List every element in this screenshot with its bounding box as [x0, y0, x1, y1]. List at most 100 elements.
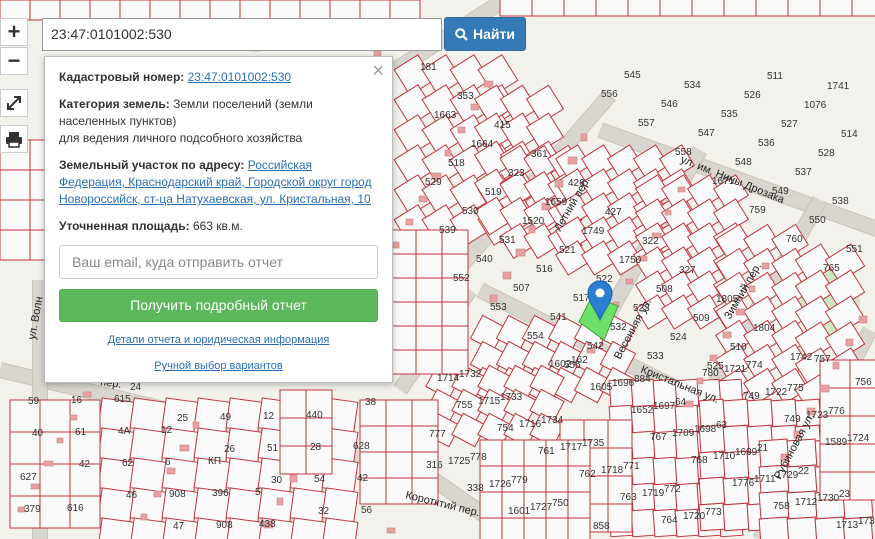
- parcel-number: 526: [744, 90, 761, 101]
- details-link[interactable]: Детали отчета и юридическая информация: [108, 334, 330, 346]
- parcel[interactable]: [567, 491, 591, 519]
- parcel[interactable]: [607, 419, 633, 449]
- parcel[interactable]: [849, 387, 875, 417]
- parcel[interactable]: [149, 0, 181, 21]
- cadastral-search-input[interactable]: 23:47:0101002:530: [42, 18, 442, 51]
- parcel[interactable]: [279, 389, 307, 419]
- parcel[interactable]: [787, 0, 821, 17]
- parcel[interactable]: [545, 517, 569, 539]
- parcel[interactable]: [225, 397, 263, 433]
- parcel-number: 757: [814, 354, 831, 365]
- parcel[interactable]: [501, 439, 525, 467]
- parcel[interactable]: [849, 443, 875, 473]
- parcel[interactable]: [698, 476, 726, 506]
- parcel[interactable]: [595, 0, 629, 17]
- parcel[interactable]: [479, 517, 503, 539]
- parcel[interactable]: [630, 508, 656, 538]
- parcel[interactable]: [441, 325, 469, 351]
- zoom-out-button[interactable]: −: [0, 47, 28, 75]
- parcel[interactable]: [39, 431, 71, 465]
- parcel[interactable]: [479, 491, 503, 519]
- parcel-number: 47: [173, 521, 185, 532]
- parcel[interactable]: [385, 425, 413, 453]
- manual-selection-link[interactable]: Ручной выбор вариантов: [154, 360, 282, 372]
- parcel[interactable]: [415, 253, 443, 279]
- parcel[interactable]: [389, 253, 417, 279]
- find-button[interactable]: Найти: [444, 17, 526, 51]
- parcel[interactable]: [627, 0, 661, 17]
- parcel[interactable]: [567, 517, 591, 539]
- email-input[interactable]: Ваш email, куда отправить отчет: [59, 245, 378, 279]
- zoom-in-button[interactable]: +: [0, 18, 28, 46]
- parcel-number: 764: [661, 515, 678, 526]
- parcel[interactable]: [415, 301, 443, 327]
- parcel[interactable]: [607, 503, 633, 533]
- parcel[interactable]: [659, 0, 693, 17]
- parcel-number: 64: [675, 397, 687, 408]
- parcel[interactable]: [723, 0, 757, 17]
- parcel[interactable]: [359, 0, 391, 21]
- parcel[interactable]: [0, 0, 31, 21]
- parcel[interactable]: [786, 516, 818, 539]
- building: [153, 490, 162, 498]
- parcel[interactable]: [531, 0, 565, 17]
- parcel[interactable]: [385, 451, 413, 479]
- parcel[interactable]: [29, 0, 61, 21]
- parcel[interactable]: [389, 325, 417, 351]
- get-report-button[interactable]: Получить подробный отчет: [59, 289, 378, 322]
- parcel[interactable]: [758, 516, 790, 539]
- parcel[interactable]: [722, 502, 750, 532]
- parcel[interactable]: [652, 456, 678, 486]
- parcel[interactable]: [0, 199, 31, 231]
- parcel[interactable]: [851, 0, 875, 17]
- parcel[interactable]: [501, 517, 525, 539]
- parcel[interactable]: [545, 465, 569, 493]
- parcel[interactable]: [299, 0, 331, 21]
- parcel[interactable]: [385, 399, 413, 427]
- parcel[interactable]: [257, 487, 295, 523]
- parcel[interactable]: [819, 443, 851, 473]
- parcel[interactable]: [441, 301, 469, 327]
- parcel[interactable]: [415, 349, 443, 375]
- parcel[interactable]: [329, 0, 361, 21]
- parcel[interactable]: [89, 0, 121, 21]
- parcel[interactable]: [389, 349, 417, 375]
- parcel[interactable]: [279, 417, 307, 447]
- parcel[interactable]: [39, 495, 71, 529]
- parcel[interactable]: [415, 277, 443, 303]
- parcel[interactable]: [415, 325, 443, 351]
- building: [457, 126, 466, 134]
- fullscreen-button[interactable]: [0, 89, 28, 117]
- parcel[interactable]: [755, 0, 789, 17]
- parcel[interactable]: [389, 277, 417, 303]
- close-popup-button[interactable]: ×: [372, 61, 384, 81]
- parcel[interactable]: [239, 0, 271, 21]
- parcel[interactable]: [389, 0, 421, 21]
- parcel[interactable]: [39, 463, 71, 497]
- parcel[interactable]: [691, 0, 725, 17]
- parcel-number: 415: [494, 120, 511, 131]
- parcel[interactable]: [563, 0, 597, 17]
- parcel[interactable]: [119, 0, 151, 21]
- parcel[interactable]: [279, 445, 307, 475]
- parcel[interactable]: [523, 517, 547, 539]
- parcel[interactable]: [0, 169, 31, 201]
- parcel[interactable]: [389, 301, 417, 327]
- parcel[interactable]: [209, 0, 241, 21]
- parcel-number: 1712: [795, 497, 818, 508]
- parcel[interactable]: [411, 399, 439, 427]
- parcel-number: 46: [126, 490, 138, 501]
- parcel[interactable]: [129, 457, 167, 493]
- parcel[interactable]: [39, 399, 71, 433]
- parcel[interactable]: [746, 398, 774, 428]
- print-button[interactable]: [0, 125, 28, 153]
- parcel[interactable]: [179, 0, 211, 21]
- parcel[interactable]: [269, 0, 301, 21]
- parcel[interactable]: [819, 0, 853, 17]
- parcel[interactable]: [849, 471, 875, 501]
- parcel[interactable]: [0, 229, 31, 261]
- cadastral-number-link[interactable]: 23:47:0101002:530: [188, 70, 291, 84]
- building: [30, 483, 40, 490]
- parcel[interactable]: [59, 0, 91, 21]
- parcel[interactable]: [499, 0, 533, 17]
